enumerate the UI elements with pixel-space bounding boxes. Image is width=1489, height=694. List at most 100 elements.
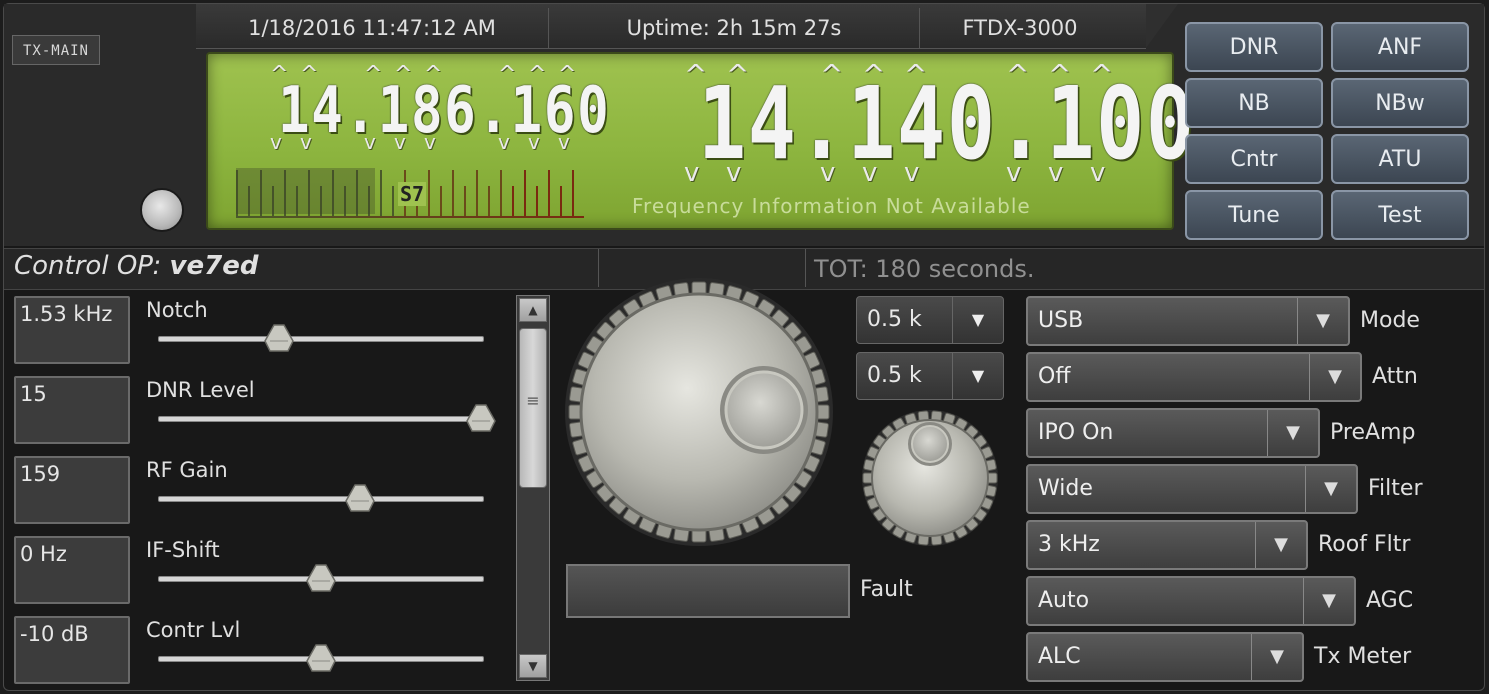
- s-meter-tick: [380, 170, 382, 216]
- chevron-down-icon[interactable]: v: [1006, 158, 1021, 188]
- control-select-value: Auto: [1038, 588, 1090, 613]
- control-op-label: Control OP: ve7ed: [14, 251, 258, 281]
- control-select-value: 3 kHz: [1038, 532, 1100, 557]
- s-meter-tick: [476, 170, 478, 216]
- chevron-down-icon[interactable]: ▼: [1303, 578, 1354, 624]
- s-meter-tick: [548, 170, 550, 216]
- chevron-down-icon[interactable]: v: [1090, 158, 1105, 188]
- s-meter-reading: S7: [398, 182, 427, 206]
- control-select[interactable]: ALC ▼: [1026, 632, 1304, 682]
- s-meter-tick: [488, 186, 490, 216]
- control-select-value: IPO On: [1038, 420, 1114, 445]
- s-meter-tick: [560, 186, 562, 216]
- control-label: Mode: [1360, 308, 1420, 333]
- s-meter-tick: [500, 170, 502, 216]
- chevron-down-icon[interactable]: v: [862, 158, 877, 188]
- chevron-down-icon[interactable]: v: [270, 130, 282, 154]
- s-meter: S7: [236, 162, 584, 218]
- control-select-value: ALC: [1038, 644, 1081, 669]
- status-led: [140, 188, 184, 232]
- chevron-down-icon[interactable]: v: [820, 158, 835, 188]
- chevron-down-icon[interactable]: ▼: [1305, 466, 1356, 512]
- control-select[interactable]: USB ▼: [1026, 296, 1350, 346]
- s-meter-tick: [572, 170, 574, 216]
- control-select[interactable]: IPO On ▼: [1026, 408, 1320, 458]
- s-meter-baseline: [236, 216, 584, 218]
- chevron-down-icon[interactable]: ▼: [1267, 410, 1318, 456]
- chevron-down-icon[interactable]: v: [726, 158, 741, 188]
- control-op-callsign: ve7ed: [169, 251, 259, 281]
- nb-button[interactable]: NB: [1185, 78, 1323, 128]
- bandwidth-1-value: 0.5 k: [867, 307, 922, 332]
- control-select-value: Wide: [1038, 476, 1093, 501]
- slider-value-box[interactable]: 0 Hz: [14, 536, 130, 604]
- chevron-down-icon[interactable]: ▼: [952, 353, 1003, 399]
- bandwidth-select-2[interactable]: 0.5 k ▼: [856, 352, 1004, 400]
- sub-tuning-knob[interactable]: [860, 408, 1000, 548]
- chevron-down-icon[interactable]: v: [558, 130, 570, 154]
- s-meter-tick: [524, 170, 526, 216]
- slider-value-box[interactable]: 159: [14, 456, 130, 524]
- slider-panel: ▲ ≡ ▼ 1.53 kHz Notch 15 DNR Level 159 RF Gain…: [4, 290, 550, 685]
- chevron-down-icon[interactable]: v: [684, 158, 699, 188]
- chevron-down-icon[interactable]: v: [1048, 158, 1063, 188]
- chevron-down-icon[interactable]: v: [424, 130, 436, 154]
- main-tuning-knob[interactable]: [562, 275, 836, 549]
- slider-label: IF-Shift: [146, 538, 220, 562]
- scrollbar-grip-icon: ≡: [526, 391, 540, 410]
- slider-value-box[interactable]: 15: [14, 376, 130, 444]
- slider-thumb[interactable]: [465, 404, 496, 432]
- chevron-down-icon[interactable]: v: [394, 130, 406, 154]
- frequency-lcd: ^ ^ ^ ^ ^ ^ ^ ^ 14.186.160 vvvvvvvv ^ ^ ^ ^ ^ ^ ^ ^ 14…: [206, 52, 1194, 230]
- slider-scrollbar[interactable]: ▲ ≡ ▼: [516, 295, 550, 681]
- chevron-down-icon[interactable]: v: [300, 130, 312, 154]
- control-select[interactable]: Off ▼: [1026, 352, 1362, 402]
- cntr-button[interactable]: Cntr: [1185, 134, 1323, 184]
- control-select-value: USB: [1038, 308, 1084, 333]
- slider-track[interactable]: [158, 416, 484, 422]
- dnr-button[interactable]: DNR: [1185, 22, 1323, 72]
- slider-track[interactable]: [158, 336, 484, 342]
- bandwidth-select-1[interactable]: 0.5 k ▼: [856, 296, 1004, 344]
- chevron-down-icon[interactable]: v: [364, 130, 376, 154]
- control-select[interactable]: Auto ▼: [1026, 576, 1356, 626]
- test-button[interactable]: Test: [1331, 190, 1469, 240]
- slider-value-box[interactable]: 1.53 kHz: [14, 296, 130, 364]
- chevron-down-icon[interactable]: ▼: [1255, 522, 1306, 568]
- slider-thumb[interactable]: [345, 484, 375, 512]
- scroll-down-icon[interactable]: ▼: [519, 654, 547, 678]
- slider-thumb[interactable]: [306, 564, 336, 592]
- s-meter-tick: [464, 186, 466, 216]
- s-meter-tick: [536, 186, 538, 216]
- chevron-down-icon[interactable]: v: [498, 130, 510, 154]
- anf-button[interactable]: ANF: [1331, 22, 1469, 72]
- control-label: Tx Meter: [1314, 644, 1412, 669]
- slider-value-box[interactable]: -10 dB: [14, 616, 130, 684]
- control-select[interactable]: 3 kHz ▼: [1026, 520, 1308, 570]
- tune-button[interactable]: Tune: [1185, 190, 1323, 240]
- s-meter-tick: [512, 186, 514, 216]
- control-label: Attn: [1372, 364, 1418, 389]
- function-button-grid: DNR ANF NB NBw Cntr ATU Tune Test: [1185, 22, 1471, 242]
- s-meter-bar: [236, 168, 376, 214]
- uptime-display: Uptime: 2h 15m 27s: [626, 16, 842, 40]
- control-label: Roof Fltr: [1318, 532, 1411, 557]
- scrollbar-thumb[interactable]: ≡: [519, 328, 547, 488]
- vfo-b-frequency[interactable]: 14.140.100: [698, 74, 1196, 174]
- chevron-down-icon[interactable]: v: [904, 158, 919, 188]
- slider-thumb[interactable]: [263, 324, 294, 352]
- s-meter-tick: [392, 186, 394, 216]
- chevron-down-icon[interactable]: ▼: [952, 297, 1003, 343]
- slider-thumb[interactable]: [306, 644, 336, 672]
- control-select[interactable]: Wide ▼: [1026, 464, 1358, 514]
- slider-label: Notch: [146, 298, 208, 322]
- radio-control-app: TX-MAIN 1/18/2016 11:47:12 AM Uptime: 2h…: [0, 0, 1489, 694]
- chevron-down-icon[interactable]: ▼: [1309, 354, 1360, 400]
- nbw-button[interactable]: NBw: [1331, 78, 1469, 128]
- scroll-up-icon[interactable]: ▲: [519, 298, 547, 322]
- slider-track[interactable]: [158, 496, 484, 502]
- atu-button[interactable]: ATU: [1331, 134, 1469, 184]
- chevron-down-icon[interactable]: ▼: [1297, 298, 1348, 344]
- chevron-down-icon[interactable]: v: [528, 130, 540, 154]
- chevron-down-icon[interactable]: ▼: [1251, 634, 1302, 680]
